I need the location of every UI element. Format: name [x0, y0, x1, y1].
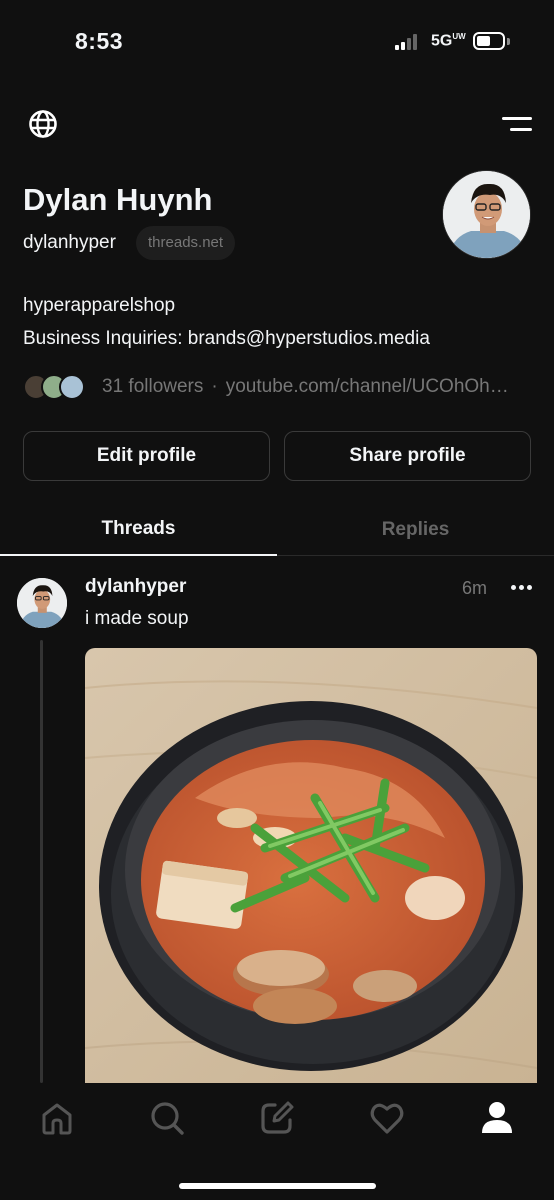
battery-tip: [507, 38, 510, 45]
post-avatar[interactable]: [17, 578, 67, 628]
avatar-photo: [443, 171, 530, 258]
post-username[interactable]: dylanhyper: [85, 576, 186, 598]
signal-strength-icon: [395, 34, 423, 50]
edit-profile-button[interactable]: Edit profile: [23, 431, 270, 481]
bio-line-2: Business Inquiries: brands@hyperstudios.…: [23, 328, 430, 349]
followers-info: 31 followers · youtube.com/channel/UCOhOhO…: [102, 376, 514, 398]
follower-avatars: [23, 372, 91, 402]
profile-link[interactable]: youtube.com/channel/UCOhOhOhOhOh: [226, 376, 514, 398]
thread-line: [40, 640, 43, 1083]
network-label: 5G: [431, 32, 453, 50]
domain-badge[interactable]: threads.net: [136, 226, 236, 260]
network-indicator: 5GUW: [431, 32, 466, 50]
home-indicator: [179, 1183, 376, 1189]
profile-avatar[interactable]: [442, 170, 531, 259]
tab-replies[interactable]: Replies: [277, 504, 554, 556]
tab-threads[interactable]: Threads: [0, 504, 277, 556]
menu-icon[interactable]: [502, 114, 532, 136]
battery-icon: [473, 32, 505, 50]
status-bar: 8:53 5GUW: [0, 0, 554, 84]
more-icon[interactable]: [511, 585, 533, 591]
post-timestamp: 6m: [462, 578, 488, 598]
bio-line-1: hyperapparelshop: [23, 295, 176, 316]
home-icon[interactable]: [39, 1100, 75, 1136]
profile-tabs: Threads Replies: [0, 504, 554, 556]
share-profile-button[interactable]: Share profile: [284, 431, 531, 481]
profile-bio: hyperapparelshop Business Inquiries: bra…: [23, 289, 430, 355]
post-image[interactable]: [85, 648, 537, 1083]
soup-photo: [85, 648, 537, 1083]
status-time: 8:53: [75, 28, 124, 54]
compose-icon[interactable]: [259, 1100, 295, 1136]
post-text: i made soup: [85, 608, 189, 629]
heart-icon[interactable]: [369, 1100, 405, 1136]
search-icon[interactable]: [149, 1100, 185, 1136]
followers-row[interactable]: 31 followers · youtube.com/channel/UCOhOhO…: [23, 370, 514, 404]
network-suffix: UW: [452, 32, 466, 41]
post-avatar-photo: [17, 578, 67, 628]
profile-icon[interactable]: [479, 1100, 515, 1136]
followers-count[interactable]: 31 followers: [102, 376, 203, 397]
profile-handle: dylanhyper: [23, 232, 116, 253]
globe-icon[interactable]: [27, 110, 59, 138]
separator-dot: ·: [211, 376, 218, 397]
profile-name: Dylan Huynh: [23, 182, 213, 217]
